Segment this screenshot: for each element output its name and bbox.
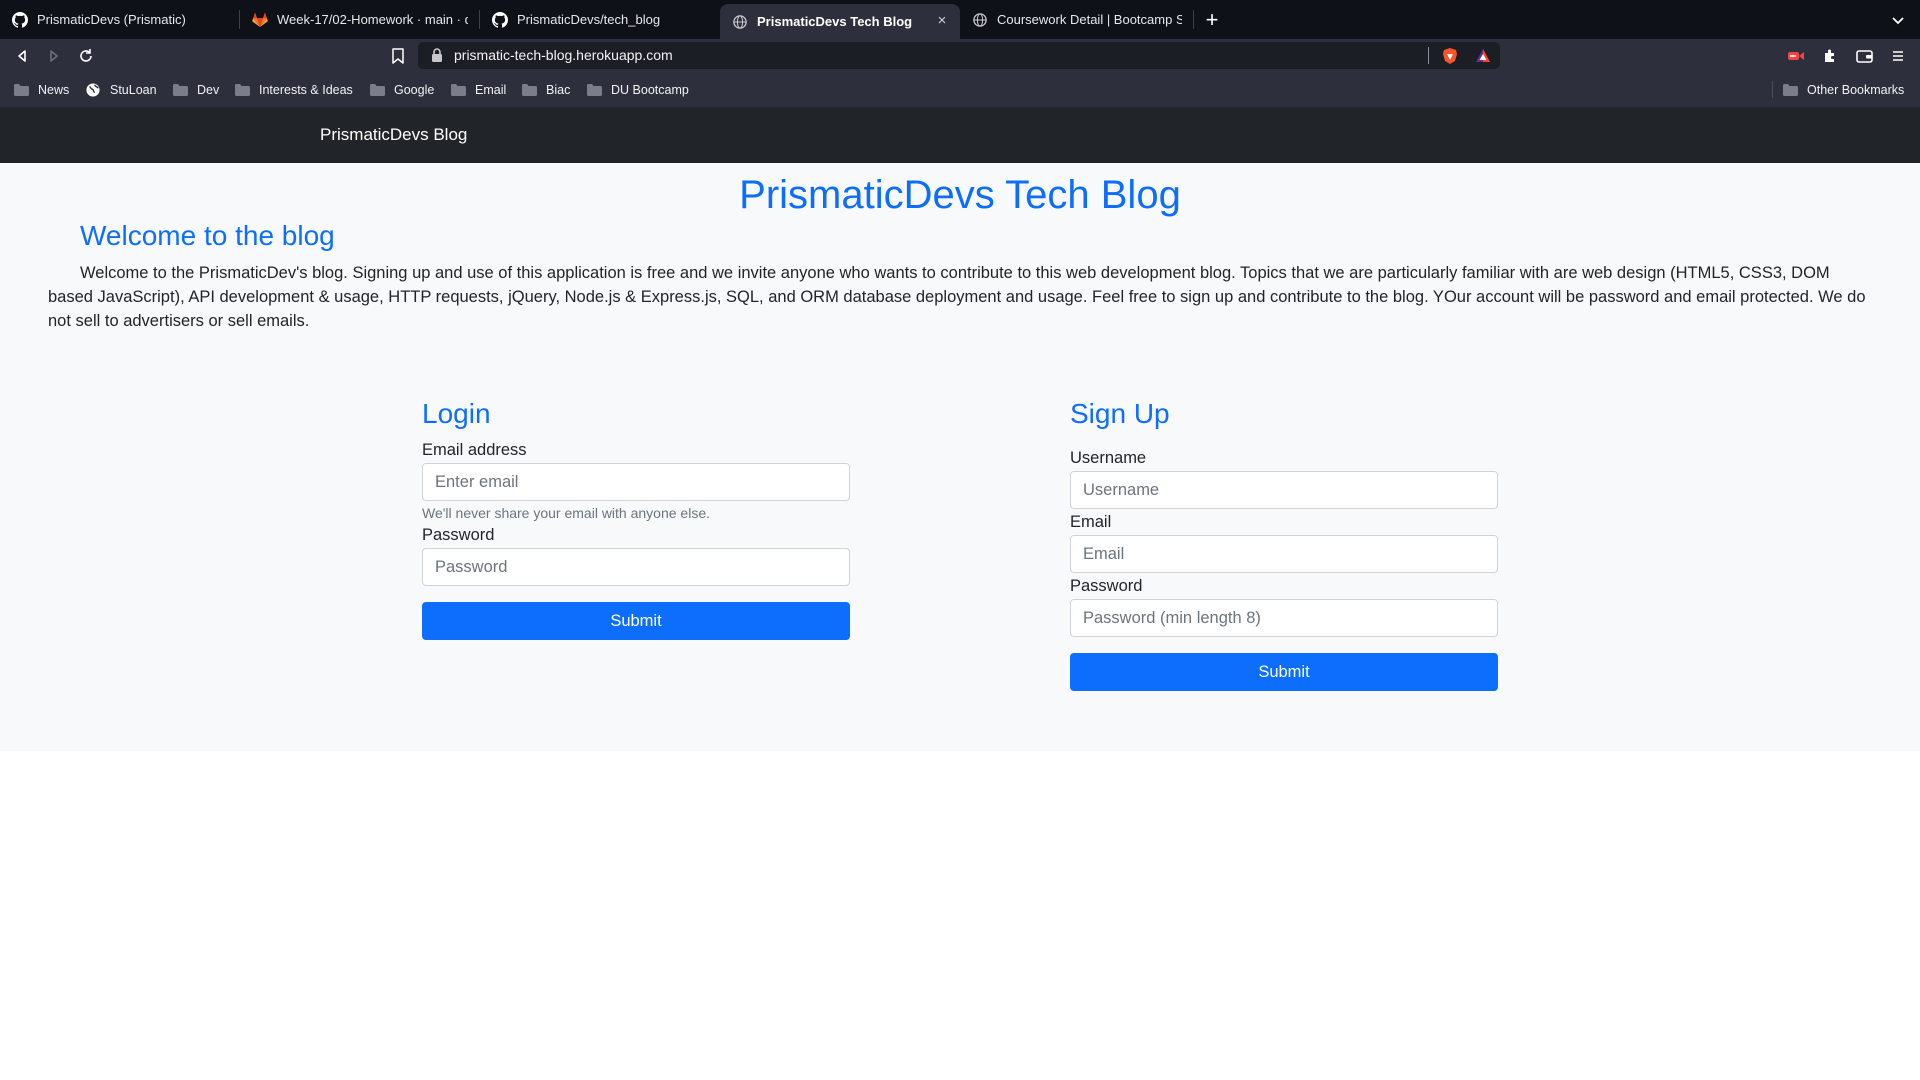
folder-icon xyxy=(587,83,603,97)
back-icon[interactable] xyxy=(11,45,33,67)
bookmark-label: Other Bookmarks xyxy=(1807,83,1905,97)
folder-icon xyxy=(451,83,467,97)
forward-icon[interactable] xyxy=(43,45,65,67)
github-icon xyxy=(12,11,28,28)
video-icon[interactable] xyxy=(1785,45,1807,67)
gitlab-icon xyxy=(252,12,268,28)
reload-icon[interactable] xyxy=(75,45,97,67)
bookmark-label: StuLoan xyxy=(110,83,157,97)
bookmark-item[interactable]: Biac xyxy=(522,81,570,99)
menu-icon[interactable] xyxy=(1887,45,1909,67)
login-heading: Login xyxy=(422,398,491,429)
bookmark-item[interactable]: Interests & Ideas xyxy=(235,81,353,99)
bookmark-item[interactable]: News xyxy=(14,81,69,99)
bookmark-label: Email xyxy=(475,83,507,97)
bookmark-item[interactable]: Google xyxy=(370,81,434,99)
bookmark-label: Biac xyxy=(546,83,571,97)
folder-icon xyxy=(522,83,538,97)
browser-tab[interactable]: Week-17/02-Homework · main · den xyxy=(240,0,480,39)
bookmark-icon[interactable] xyxy=(387,45,409,67)
signup-form: Sign Up Username Email Password Submit xyxy=(1070,397,1498,691)
brave-rewards-icon[interactable] xyxy=(1474,47,1492,65)
bookmark-label: Google xyxy=(394,83,435,97)
folder-icon xyxy=(370,83,386,97)
login-password-input[interactable] xyxy=(422,548,850,586)
wallet-icon[interactable] xyxy=(1853,45,1875,67)
browser-tab-bar: PrismaticDevs (Prismatic) Week-17/02-Hom… xyxy=(0,0,1920,39)
site-navbar: PrismaticDevs Blog xyxy=(0,107,1920,163)
address-bar[interactable]: prismatic-tech-blog.herokuapp.com xyxy=(418,42,1500,69)
tab-title: Week-17/02-Homework · main · den xyxy=(277,12,468,27)
close-tab-icon[interactable]: × xyxy=(934,13,950,29)
globe-icon xyxy=(732,14,748,30)
intro-paragraph: Welcome to the PrismaticDev's blog. Sign… xyxy=(48,264,1866,330)
bookmarks-separator xyxy=(1772,81,1773,98)
signup-username-label: Username xyxy=(1070,449,1147,467)
tab-title: PrismaticDevs/tech_blog xyxy=(517,12,661,27)
github-icon xyxy=(492,11,508,28)
chevron-down-icon[interactable] xyxy=(1890,12,1906,28)
bookmark-label: Interests & Ideas xyxy=(259,83,353,97)
folder-icon xyxy=(173,83,189,97)
bookmarks-bar: News StuLoan Dev Interests & Ideas Googl… xyxy=(0,72,1920,107)
browser-tab[interactable]: Coursework Detail | Bootcamp Spot xyxy=(960,0,1194,39)
browser-tab[interactable]: PrismaticDevs/tech_blog xyxy=(480,0,720,39)
page-title: PrismaticDevs Tech Blog xyxy=(739,173,1181,217)
url-text[interactable]: prismatic-tech-blog.herokuapp.com xyxy=(454,42,673,69)
brave-shields-icon[interactable] xyxy=(1441,47,1459,65)
signup-heading: Sign Up xyxy=(1070,398,1170,429)
navbar-brand-link[interactable]: PrismaticDevs Blog xyxy=(320,107,467,163)
lock-icon[interactable] xyxy=(431,48,445,62)
bookmark-label: DU Bootcamp xyxy=(611,83,689,97)
main-content: PrismaticDevs Tech Blog Welcome to the b… xyxy=(0,163,1920,751)
bookmark-item[interactable]: StuLoan xyxy=(86,81,157,99)
email-help-text: We'll never share your email with anyone… xyxy=(422,505,710,521)
web-page: PrismaticDevs Blog PrismaticDevs Tech Bl… xyxy=(0,107,1920,1080)
signup-email-label: Email xyxy=(1070,513,1112,531)
tab-title: PrismaticDevs Tech Blog xyxy=(757,14,913,29)
bookmark-item[interactable]: Email xyxy=(451,81,506,99)
login-email-input[interactable] xyxy=(422,463,850,501)
tab-title: PrismaticDevs (Prismatic) xyxy=(37,12,186,27)
signup-password-label: Password xyxy=(1070,577,1143,595)
signup-username-input[interactable] xyxy=(1070,471,1498,509)
signup-password-input[interactable] xyxy=(1070,599,1498,637)
signup-submit-button[interactable]: Submit xyxy=(1070,653,1498,691)
bookmark-label: News xyxy=(38,83,70,97)
browser-tab[interactable]: PrismaticDevs (Prismatic) xyxy=(0,0,240,39)
new-tab-button[interactable]: + xyxy=(1194,0,1230,39)
welcome-heading: Welcome to the blog xyxy=(80,220,335,251)
folder-icon xyxy=(1783,83,1799,97)
login-form: Login Email address We'll never share yo… xyxy=(422,397,850,640)
address-divider xyxy=(1428,47,1429,64)
bookmark-item[interactable]: Dev xyxy=(173,81,219,99)
bookmark-label: Dev xyxy=(197,83,220,97)
bookmark-item[interactable]: DU Bootcamp xyxy=(587,81,689,99)
browser-toolbar: prismatic-tech-blog.herokuapp.com xyxy=(0,39,1920,72)
login-submit-button[interactable]: Submit xyxy=(422,602,850,640)
signup-email-input[interactable] xyxy=(1070,535,1498,573)
extensions-icon[interactable] xyxy=(1819,45,1841,67)
globe-icon xyxy=(972,12,988,28)
folder-icon xyxy=(14,83,30,97)
globe-icon xyxy=(86,83,102,97)
other-bookmarks[interactable]: Other Bookmarks xyxy=(1783,81,1904,99)
browser-tab-active[interactable]: PrismaticDevs Tech Blog × xyxy=(720,4,960,39)
folder-icon xyxy=(235,83,251,97)
tab-title: Coursework Detail | Bootcamp Spot xyxy=(997,12,1182,27)
login-password-label: Password xyxy=(422,526,495,544)
login-email-label: Email address xyxy=(422,441,527,459)
